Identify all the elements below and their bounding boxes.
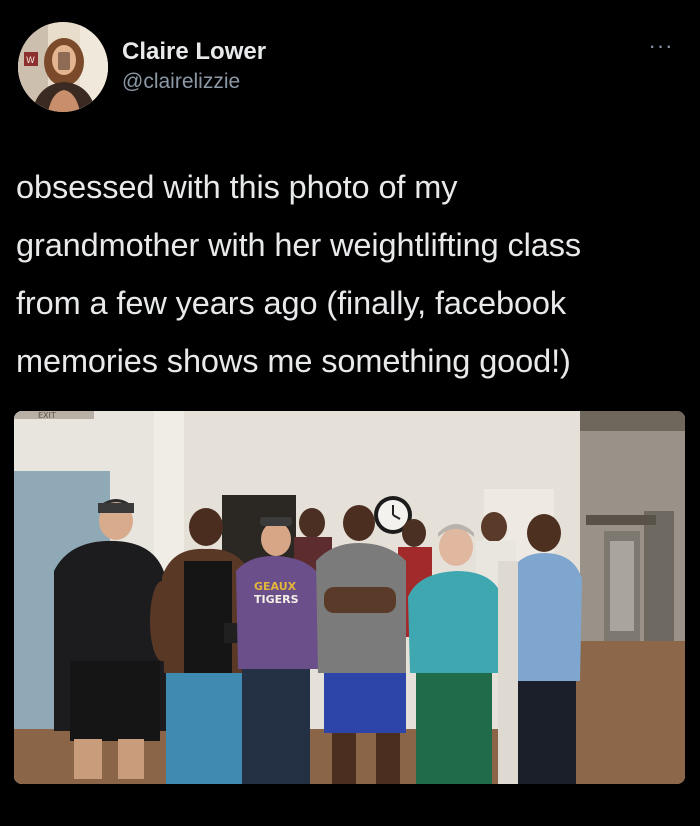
author-names: Claire Lower @clairelizzie xyxy=(122,38,266,95)
svg-text:W: W xyxy=(26,56,35,66)
shirt-text-geaux: GEAUX xyxy=(254,580,297,593)
avatar-image: W xyxy=(18,22,108,112)
exit-sign-text: EXIT xyxy=(38,411,56,420)
user-handle[interactable]: @clairelizzie xyxy=(122,69,266,95)
gym-group-photo: EXIT GEAUX TIGERS xyxy=(14,411,685,784)
tweet-text: obsessed with this photo of my grandmoth… xyxy=(16,169,582,379)
more-options-icon[interactable]: ··· xyxy=(646,35,676,58)
shirt-text-tigers: TIGERS xyxy=(254,593,299,606)
display-name[interactable]: Claire Lower xyxy=(122,38,266,66)
tweet-header: W Claire Lower @clairelizzie ··· xyxy=(18,22,682,114)
avatar[interactable]: W xyxy=(18,22,108,112)
tweet-card: W Claire Lower @clairelizzie ··· obsesse… xyxy=(0,0,700,826)
tweet-photo[interactable]: EXIT GEAUX TIGERS xyxy=(14,411,685,784)
